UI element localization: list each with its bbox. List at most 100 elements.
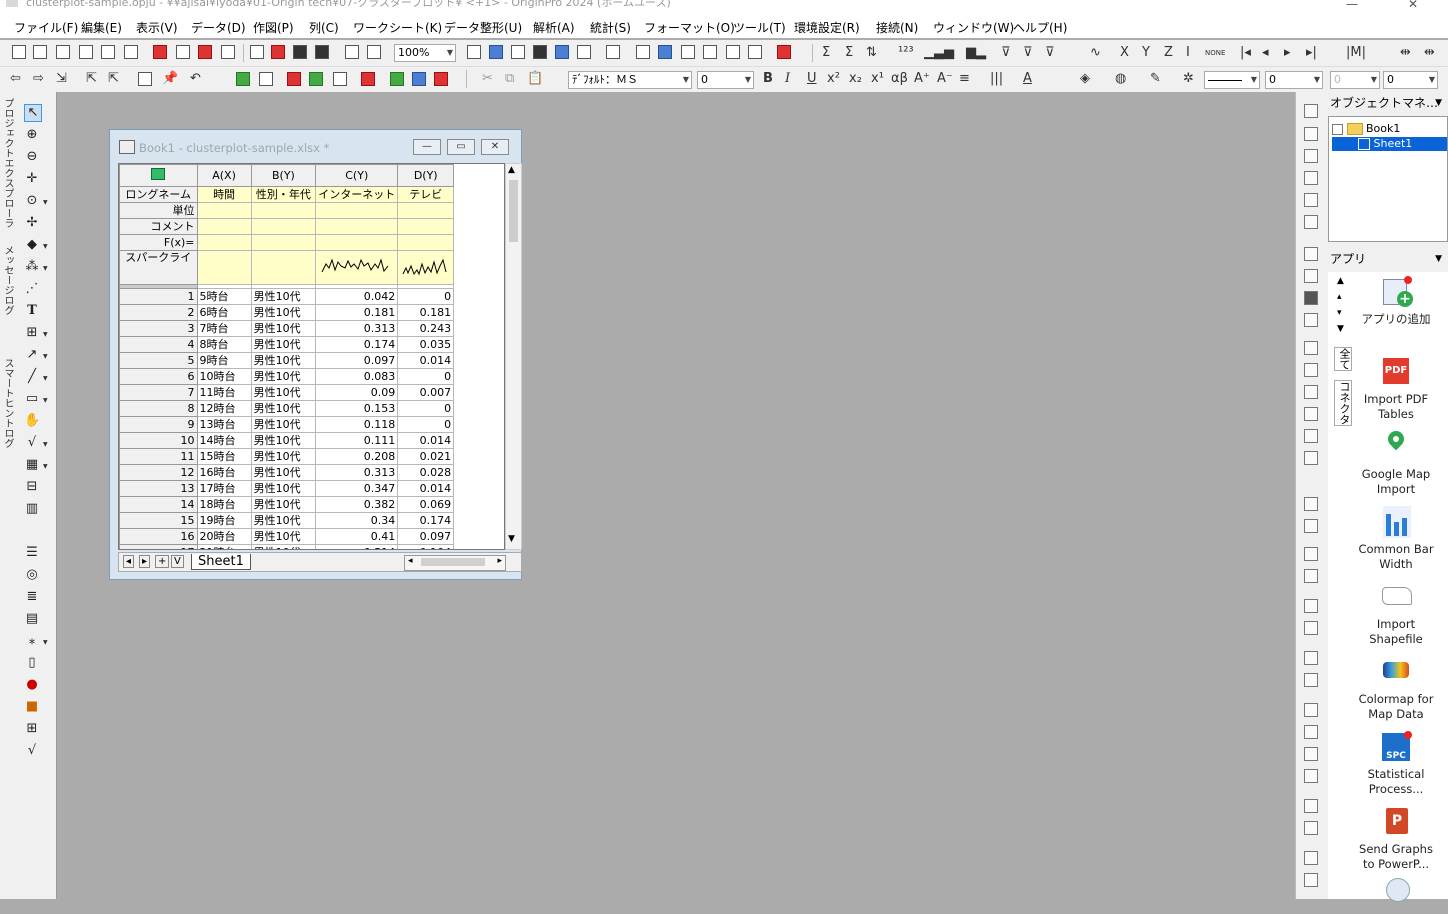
menu-analysis[interactable]: 解析(A) — [533, 19, 575, 36]
tag-icon[interactable] — [434, 72, 448, 86]
column-width-icon[interactable]: ||| — [990, 72, 1003, 86]
cell-gender-age[interactable]: 男性10代 — [250, 416, 317, 433]
minimize-button[interactable]: — — [413, 139, 441, 155]
cell-time[interactable]: 9時台 — [196, 352, 252, 369]
script-window-icon[interactable] — [555, 45, 569, 59]
filter-icon[interactable]: ⊽ — [1001, 46, 1011, 60]
new-project-icon[interactable] — [12, 45, 26, 59]
data-reader-icon[interactable]: ⊙ — [24, 193, 40, 209]
align-left-icon[interactable] — [1304, 341, 1318, 355]
app-add[interactable]: + アプリの追加 — [1358, 276, 1434, 327]
hand-tool-icon[interactable]: ✋ — [24, 413, 40, 429]
tree-node-book[interactable]: Book1 — [1332, 122, 1400, 135]
statistics-icon[interactable]: Σ — [845, 46, 853, 60]
column-header-c[interactable]: C(Y) — [315, 164, 399, 187]
next-icon[interactable]: ▸ — [1284, 46, 1291, 60]
meta-label-comment[interactable]: コメント — [119, 218, 198, 235]
cell-tv[interactable]: 0 — [397, 400, 455, 417]
supsub-icon[interactable]: x¹ — [871, 72, 884, 86]
menu-help[interactable]: ヘルプ(H) — [1013, 19, 1067, 36]
result-log-icon[interactable] — [636, 45, 650, 59]
pin-icon[interactable]: 📌 — [162, 72, 178, 86]
cell-internet[interactable]: 0.118 — [315, 416, 399, 433]
copy-icon[interactable]: ⧉ — [505, 72, 514, 86]
data-selector-icon[interactable]: ◆ — [24, 237, 40, 253]
set-x-icon[interactable]: X — [1120, 46, 1129, 60]
delete-icon[interactable] — [287, 72, 301, 86]
cell-tv[interactable]: 0 — [397, 416, 455, 433]
annotation-icon[interactable]: ⊞ — [24, 325, 40, 341]
decrease-font-icon[interactable]: A⁻ — [937, 72, 953, 86]
scroll-right-icon[interactable]: ▸ — [497, 556, 502, 566]
globe-icon[interactable] — [412, 72, 426, 86]
tab-message-log[interactable]: メッセージログ — [0, 245, 14, 315]
menu-data[interactable]: データ(D) — [191, 19, 246, 36]
cell-internet[interactable]: 0.174 — [315, 336, 399, 353]
column-header-d[interactable]: D(Y) — [397, 164, 455, 187]
scroll-up-icon[interactable]: ▲ — [1337, 276, 1344, 286]
apps-header[interactable]: アプリ ▼ — [1330, 249, 1448, 269]
meta-cell[interactable] — [196, 202, 252, 219]
scale-icon[interactable]: ✛ — [24, 171, 40, 187]
undo-icon[interactable]: ↶ — [190, 72, 201, 86]
cell-tv[interactable]: 0.014 — [397, 352, 455, 369]
set-none-icon[interactable]: NONE — [1205, 46, 1225, 60]
paste-format-icon[interactable] — [1304, 769, 1318, 783]
cell-tv[interactable]: 0.069 — [397, 496, 455, 513]
marker-icon[interactable]: ⁎ — [24, 633, 40, 649]
cell-time[interactable]: 20時台 — [196, 528, 252, 545]
axis-tool-2-icon[interactable] — [1304, 149, 1318, 163]
paste-icon[interactable]: 📋 — [527, 72, 543, 86]
set-z-icon[interactable]: Z — [1164, 46, 1173, 60]
new-graph-icon[interactable] — [79, 45, 93, 59]
cell-tv[interactable]: 0.021 — [397, 448, 455, 465]
app-next-partial[interactable] — [1358, 878, 1434, 914]
table-row[interactable]: 2 6時台 男性10代 0.181 0.181 — [119, 304, 504, 321]
meta-cell[interactable] — [315, 218, 399, 235]
distribute-icon[interactable]: ⇹ — [1400, 46, 1411, 60]
sort-icon[interactable]: ⇅ — [866, 46, 877, 60]
message-log-icon[interactable] — [681, 45, 695, 59]
screen-reader-icon[interactable]: ✢ — [24, 215, 40, 231]
meta-cell[interactable] — [196, 234, 252, 251]
row-header[interactable]: 7 — [119, 384, 198, 401]
column-icon[interactable]: ▯ — [24, 655, 40, 671]
cell-gender-age[interactable]: 男性10代 — [250, 400, 317, 417]
meta-label-sparkline[interactable]: スパークライ — [119, 250, 198, 285]
sum-column-icon[interactable]: Σ — [822, 46, 830, 60]
cell-internet[interactable]: 0.09 — [315, 384, 399, 401]
cell-tv[interactable]: 0.035 — [397, 336, 455, 353]
align-right-icon[interactable] — [1304, 385, 1318, 399]
forward-icon[interactable]: ⇨ — [33, 72, 44, 86]
sqrt-icon[interactable]: √ — [24, 743, 40, 759]
table-row[interactable]: 8 12時台 男性10代 0.153 0 — [119, 400, 504, 417]
scroll-up-small-icon[interactable]: ▴ — [1337, 292, 1342, 302]
equation-tool-icon[interactable]: √ — [24, 435, 40, 451]
table-row[interactable]: 7 11時台 男性10代 0.09 0.007 — [119, 384, 504, 401]
refresh-icon[interactable] — [511, 45, 525, 59]
filter-options-icon[interactable]: ⊽ — [1045, 46, 1055, 60]
axis-tool-3-icon[interactable] — [1304, 171, 1318, 185]
row-header[interactable]: 6 — [119, 368, 198, 385]
app-send-ppt[interactable]: P Send Graphs to PowerP... — [1358, 806, 1434, 872]
tree-icon[interactable] — [1304, 599, 1318, 613]
pointer-tool-icon[interactable]: ↖ — [24, 104, 42, 122]
insert-note-icon[interactable]: ▥ — [24, 501, 40, 517]
draw-data-icon[interactable]: ⋰ — [24, 281, 40, 297]
row-header[interactable]: 5 — [119, 352, 198, 369]
line-color-icon[interactable]: ✎ — [1150, 72, 1161, 86]
lock-icon[interactable] — [1304, 799, 1318, 813]
tree-node-sheet[interactable]: Sheet1 — [1332, 137, 1447, 151]
back-icon[interactable]: ⇦ — [10, 72, 21, 86]
table-row[interactable]: 1721時台男性10代0.5140.104 — [119, 544, 504, 549]
table-row[interactable]: 9 13時台 男性10代 0.118 0 — [119, 416, 504, 433]
grid-icon[interactable]: ⊞ — [24, 721, 40, 737]
menu-column[interactable]: 列(C) — [309, 19, 339, 36]
cell-tv[interactable]: 0.097 — [397, 528, 455, 545]
cell-time[interactable]: 7時台 — [196, 320, 252, 337]
gear-icon[interactable] — [1304, 193, 1318, 207]
recalculate-icon[interactable] — [345, 45, 359, 59]
distribute-v-icon[interactable] — [1304, 725, 1318, 739]
layer-tool-icon[interactable] — [1304, 104, 1318, 118]
object-manager-header[interactable]: オブジェクトマネ… ▼ — [1330, 93, 1448, 113]
